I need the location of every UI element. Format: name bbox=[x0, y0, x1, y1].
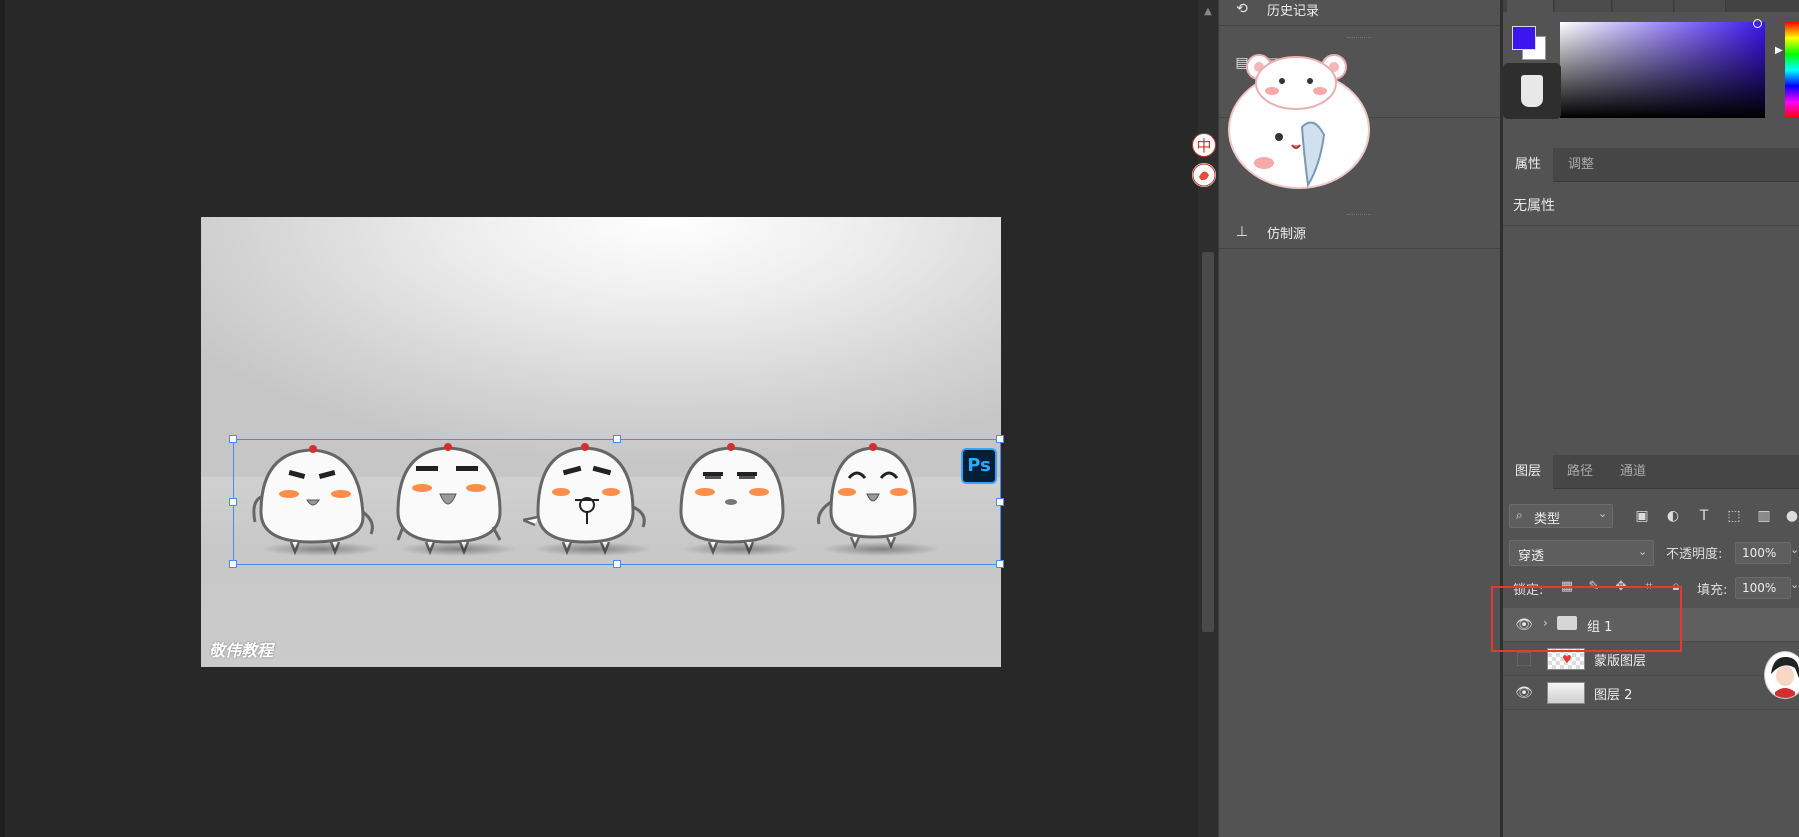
photoshop-logo-icon: Ps bbox=[961, 448, 997, 484]
fill-label: 填充: bbox=[1697, 583, 1728, 598]
color-picker-field[interactable] bbox=[1560, 22, 1765, 118]
watermark-text: 敬伟教程 bbox=[209, 641, 274, 660]
filter-toggle-icon[interactable]: ● bbox=[1782, 506, 1799, 526]
opacity-input[interactable]: 100% bbox=[1735, 542, 1791, 564]
filter-pixel-icon[interactable]: ▣ bbox=[1632, 506, 1652, 526]
transform-handle-top[interactable] bbox=[613, 435, 621, 443]
no-properties-text: 无属性 bbox=[1513, 198, 1555, 214]
clone-stamp-icon: ⊥ bbox=[1235, 224, 1249, 240]
layer-row-layer-2[interactable]: 👁︎ 图层 2 bbox=[1503, 676, 1799, 710]
layer-filter-select[interactable]: ⌕ 类型 ⌄ bbox=[1509, 504, 1613, 528]
layer-name: 图层 2 bbox=[1594, 688, 1633, 703]
user-avatar[interactable] bbox=[1764, 651, 1799, 699]
history-icon: ⟲ bbox=[1236, 1, 1248, 17]
divider bbox=[1503, 225, 1799, 226]
filter-shape-icon[interactable]: ⬚ bbox=[1724, 506, 1744, 526]
chevron-down-icon: ⌄ bbox=[1638, 545, 1648, 558]
clone-source-panel-button[interactable]: ⊥ 仿制源 bbox=[1219, 215, 1502, 249]
transform-handle-bottom[interactable] bbox=[613, 560, 621, 568]
tab-swatches[interactable] bbox=[1555, 0, 1612, 12]
transform-handle-top-left[interactable] bbox=[229, 435, 237, 443]
transform-handle-bottom-left[interactable] bbox=[229, 560, 237, 568]
usb-drive-icon bbox=[1521, 75, 1543, 107]
hue-slider[interactable] bbox=[1785, 22, 1799, 118]
tab-layers[interactable]: 图层 bbox=[1503, 455, 1553, 489]
heart-icon: ♥ bbox=[1562, 653, 1572, 666]
filter-label: 类型 bbox=[1534, 512, 1561, 527]
color-panel-tabs bbox=[1503, 0, 1799, 12]
chevron-down-icon[interactable]: ⌄ bbox=[1790, 578, 1799, 591]
tab-patterns[interactable] bbox=[1675, 0, 1726, 12]
tab-properties[interactable]: 属性 bbox=[1503, 148, 1553, 182]
history-panel-button[interactable]: ⟲ 历史记录 bbox=[1219, 0, 1502, 26]
filter-adjustment-icon[interactable]: ◐ bbox=[1663, 506, 1683, 526]
transform-handle-top-right[interactable] bbox=[996, 435, 1004, 443]
history-label: 历史记录 bbox=[1267, 4, 1320, 19]
transform-handle-left[interactable] bbox=[229, 498, 237, 506]
tab-gradients[interactable] bbox=[1613, 0, 1674, 12]
filter-type-icon[interactable]: T bbox=[1694, 506, 1714, 526]
transform-bounding-box[interactable] bbox=[229, 435, 1004, 568]
chevron-down-icon[interactable]: ⌄ bbox=[1790, 543, 1799, 556]
foreground-color-swatch[interactable] bbox=[1512, 26, 1536, 50]
tab-color[interactable] bbox=[1507, 0, 1554, 12]
transform-handle-bottom-right[interactable] bbox=[996, 560, 1004, 568]
layer-thumbnail bbox=[1547, 682, 1585, 704]
scrollbar-thumb[interactable] bbox=[1202, 252, 1214, 632]
clone-source-label: 仿制源 bbox=[1267, 227, 1307, 242]
highlight-annotation-box bbox=[1491, 586, 1682, 652]
visibility-eye-icon[interactable]: 👁︎ bbox=[1515, 684, 1533, 702]
fill-input[interactable]: 100% bbox=[1735, 577, 1791, 599]
transform-handle-right[interactable] bbox=[996, 498, 1004, 506]
ime-chinese-icon[interactable]: 中 bbox=[1192, 133, 1216, 157]
tab-channels[interactable]: 通道 bbox=[1607, 455, 1659, 489]
tab-adjustments[interactable]: 调整 bbox=[1555, 148, 1607, 182]
tab-paths[interactable]: 路径 bbox=[1555, 455, 1605, 489]
visibility-toggle-empty[interactable] bbox=[1517, 652, 1531, 666]
ime-sogou-icon[interactable] bbox=[1192, 163, 1216, 187]
properties-tabbar: 属性 调整 bbox=[1503, 148, 1799, 182]
opacity-label: 不透明度: bbox=[1666, 547, 1723, 562]
right-dock-panel bbox=[1503, 0, 1799, 837]
blend-mode-value: 穿透 bbox=[1518, 549, 1545, 564]
blend-mode-select[interactable]: 穿透 ⌄ bbox=[1509, 540, 1654, 566]
filter-smart-object-icon[interactable]: ▥ bbox=[1754, 506, 1774, 526]
panel-grip[interactable] bbox=[1347, 37, 1371, 41]
scroll-up-icon[interactable]: ▲ bbox=[1200, 4, 1216, 20]
layer-name: 蒙版图层 bbox=[1594, 654, 1647, 669]
color-picker-cursor[interactable] bbox=[1753, 19, 1762, 28]
hue-slider-arrow-icon[interactable]: ▶ bbox=[1775, 45, 1783, 56]
search-icon: ⌕ bbox=[1516, 508, 1523, 522]
bear-sticker-image bbox=[1224, 45, 1374, 190]
chevron-down-icon: ⌄ bbox=[1598, 507, 1608, 520]
layers-tabbar: 图层 路径 通道 bbox=[1503, 455, 1799, 489]
